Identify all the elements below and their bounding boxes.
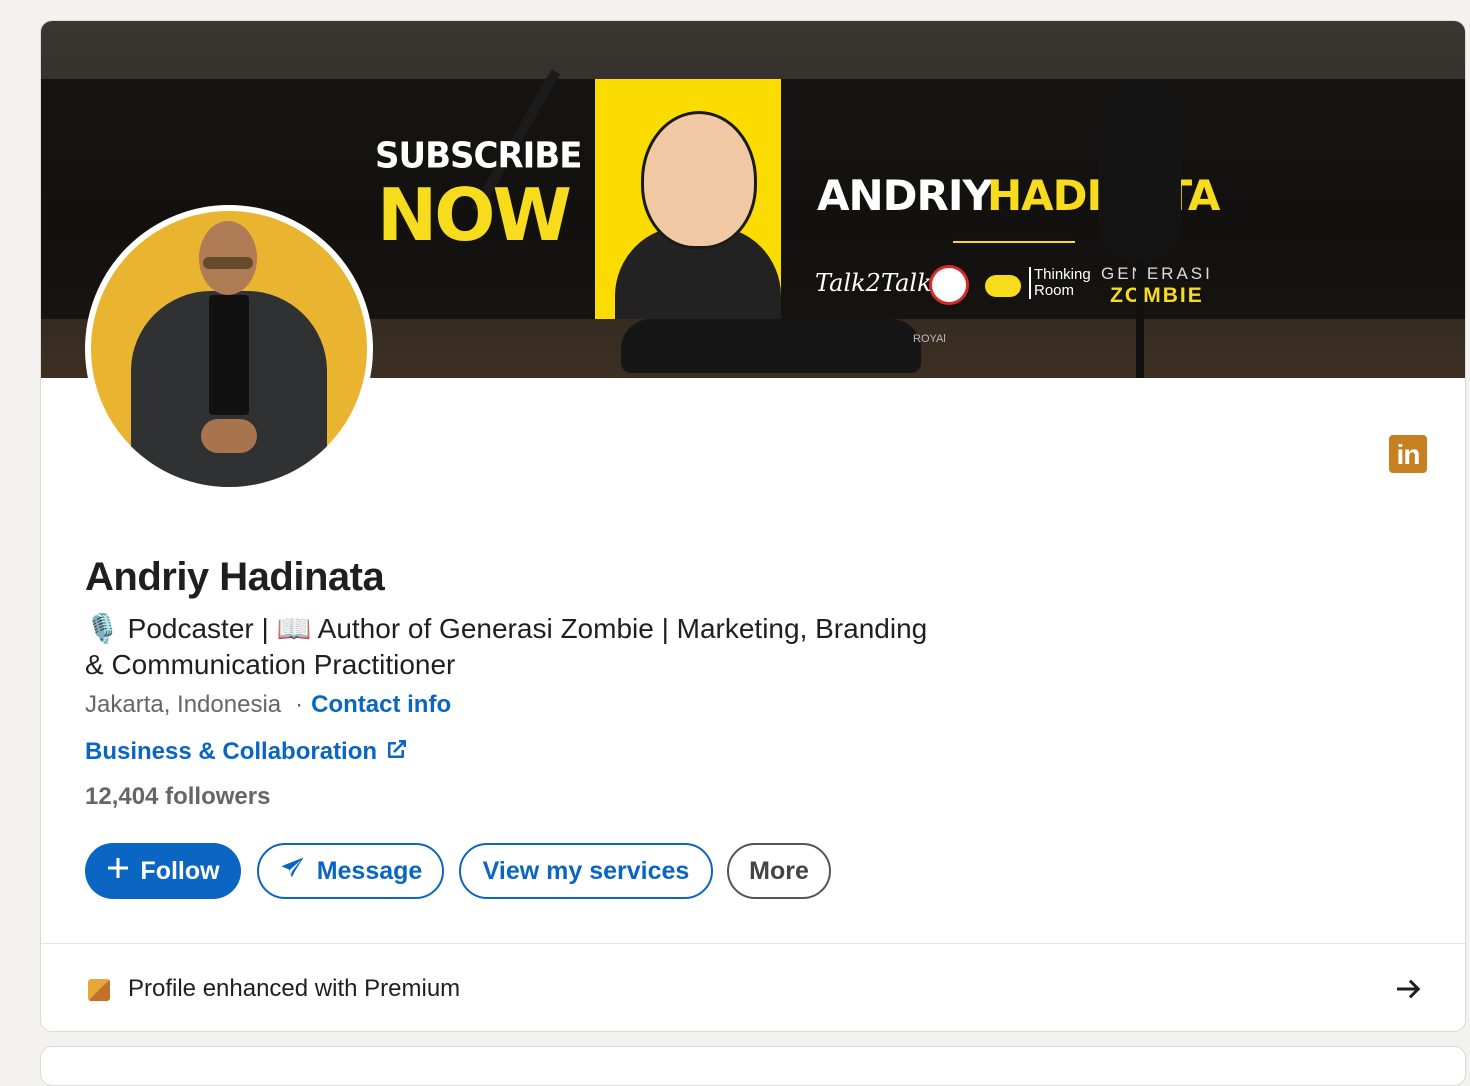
banner-name-first: ANDRIY xyxy=(817,171,993,220)
headphones-image xyxy=(621,319,921,373)
avatar-hands xyxy=(201,419,257,453)
section-divider xyxy=(41,943,1465,944)
plus-icon xyxy=(106,856,130,887)
follow-label: Follow xyxy=(140,856,220,885)
talk2talk-logo: Talk2Talk xyxy=(815,269,932,297)
avatar-glasses xyxy=(203,257,253,269)
headline-line-1: 🎙️ Podcaster | 📖 Author of Generasi Zomb… xyxy=(85,613,928,644)
banner-subscribe-text: SUBSCRIBE xyxy=(375,135,582,177)
headline-line-2: & Communication Practitioner xyxy=(85,649,456,680)
thinking-room-logo: Thinking Room xyxy=(1029,267,1098,299)
follow-button[interactable]: Follow xyxy=(85,843,241,899)
profile-name: Andriy Hadinata xyxy=(85,555,385,599)
message-button[interactable]: Message xyxy=(257,843,444,899)
profile-avatar[interactable] xyxy=(85,205,373,493)
location-text: Jakarta, Indonesia xyxy=(85,691,282,718)
premium-text[interactable]: Profile enhanced with Premium xyxy=(128,975,460,1003)
microphone-stand xyxy=(1136,261,1144,378)
headphone-brand: ROYAl xyxy=(913,333,946,345)
send-icon xyxy=(279,854,307,889)
contact-info-link[interactable]: Contact info xyxy=(311,691,451,718)
view-services-button[interactable]: View my services xyxy=(459,843,713,899)
banner-cartoon-head xyxy=(641,111,757,249)
thinking-room-bubble-icon xyxy=(985,275,1021,297)
followers-count[interactable]: 12,404 followers xyxy=(85,783,270,811)
business-link-label: Business & Collaboration xyxy=(85,738,378,765)
more-label: More xyxy=(749,856,809,885)
external-link-icon xyxy=(385,737,409,768)
separator-dot: · xyxy=(295,691,304,718)
profile-card: SUBSCRIBE NOW ANDRIY HADINATA Talk2Talk … xyxy=(40,20,1466,1032)
avatar-shirt xyxy=(209,295,249,415)
premium-icon xyxy=(88,979,110,1001)
business-collaboration-link[interactable]: Business & Collaboration xyxy=(85,737,409,768)
profile-headline: 🎙️ Podcaster | 📖 Author of Generasi Zomb… xyxy=(85,611,965,683)
arrow-right-icon[interactable] xyxy=(1393,973,1425,1010)
next-card xyxy=(40,1046,1466,1086)
banner-now-text: NOW xyxy=(377,173,572,257)
banner-divider xyxy=(953,241,1075,243)
location-row: Jakarta, Indonesia · Contact info xyxy=(85,691,451,719)
more-button[interactable]: More xyxy=(727,843,831,899)
message-label: Message xyxy=(316,856,423,885)
microphone-image xyxy=(1099,83,1181,263)
generasi-text: GENERASI xyxy=(1101,264,1213,283)
view-services-label: View my services xyxy=(482,856,690,885)
generasi-zombie-logo: GENERASI ZOMBIE xyxy=(1101,264,1213,307)
linkedin-premium-icon[interactable]: in xyxy=(1389,435,1427,473)
zombie-text: ZOMBIE xyxy=(1110,283,1204,307)
cat-logo xyxy=(929,265,969,305)
